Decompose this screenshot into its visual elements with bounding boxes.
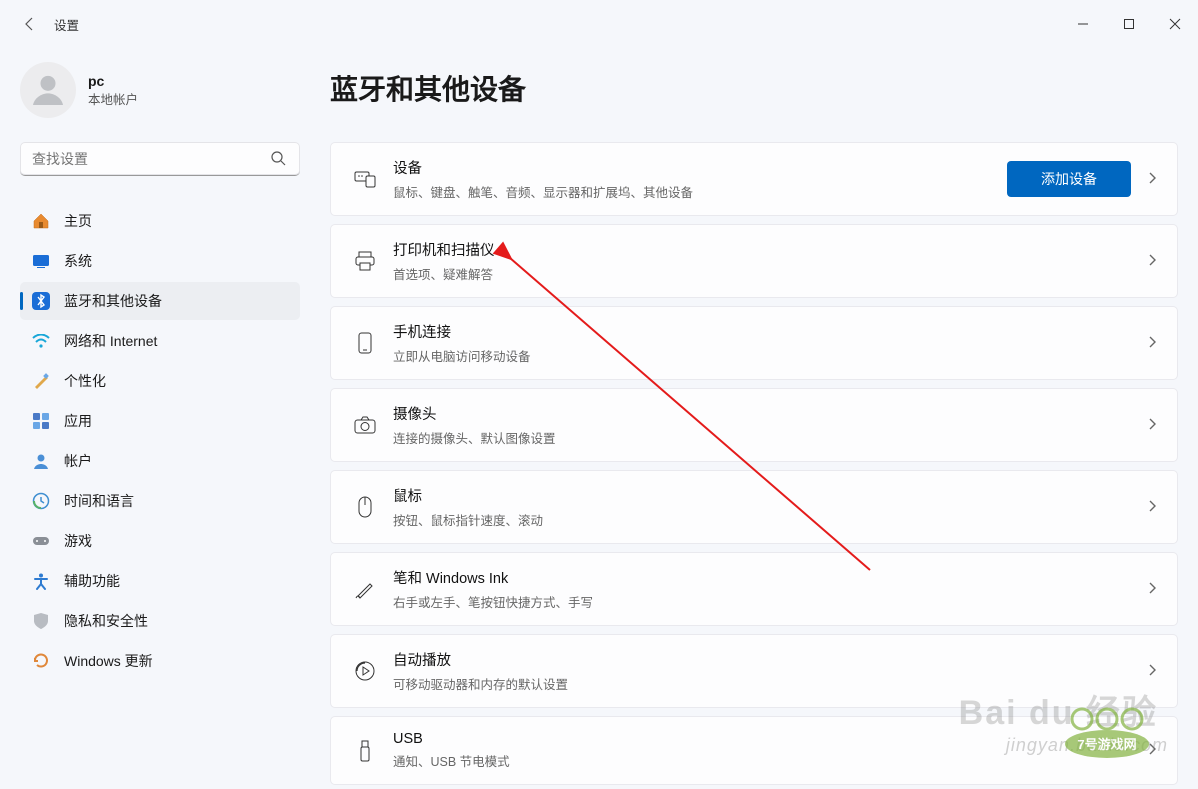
camera-icon <box>351 416 379 434</box>
nav-label: 游戏 <box>64 531 92 551</box>
card-sub: 可移动驱动器和内存的默认设置 <box>393 674 1147 693</box>
nav-personalize[interactable]: 个性化 <box>20 362 300 400</box>
nav-privacy[interactable]: 隐私和安全性 <box>20 602 300 640</box>
gamepad-icon <box>32 535 50 547</box>
nav-label: 蓝牙和其他设备 <box>64 291 162 311</box>
card-devices[interactable]: 设备 鼠标、键盘、触笔、音频、显示器和扩展坞、其他设备 添加设备 <box>330 142 1178 216</box>
card-sub: 鼠标、键盘、触笔、音频、显示器和扩展坞、其他设备 <box>393 182 1007 201</box>
user-name: pc <box>88 73 138 89</box>
system-icon <box>32 254 50 268</box>
nav-accessibility[interactable]: 辅助功能 <box>20 562 300 600</box>
card-title: 打印机和扫描仪 <box>393 239 1147 260</box>
nav-label: Windows 更新 <box>64 651 153 671</box>
sidebar: pc 本地帐户 主页 系统 蓝牙和其他设备 <box>0 48 310 774</box>
nav-system[interactable]: 系统 <box>20 242 300 280</box>
close-icon <box>1169 18 1181 30</box>
chevron-right-icon <box>1147 663 1157 680</box>
card-sub: 首选项、疑难解答 <box>393 264 1147 283</box>
search-icon <box>270 150 286 169</box>
nav-label: 隐私和安全性 <box>64 611 148 631</box>
title-bar: 设置 <box>0 0 1198 48</box>
main-content: 蓝牙和其他设备 设备 鼠标、键盘、触笔、音频、显示器和扩展坞、其他设备 添加设备… <box>310 48 1198 774</box>
app-title: 设置 <box>54 15 79 34</box>
avatar <box>20 62 76 118</box>
card-autoplay[interactable]: 自动播放 可移动驱动器和内存的默认设置 <box>330 634 1178 708</box>
nav-label: 个性化 <box>64 371 106 391</box>
card-sub: 连接的摄像头、默认图像设置 <box>393 428 1147 447</box>
chevron-right-icon <box>1147 581 1157 598</box>
nav-label: 帐户 <box>64 451 92 471</box>
nav-update[interactable]: Windows 更新 <box>20 642 300 680</box>
chevron-right-icon <box>1147 417 1157 434</box>
minimize-button[interactable] <box>1060 8 1106 40</box>
search-wrap <box>20 142 300 176</box>
nav-label: 系统 <box>64 251 92 271</box>
nav: 主页 系统 蓝牙和其他设备 网络和 Internet 个性化 应用 <box>20 202 300 680</box>
brush-icon <box>32 372 50 390</box>
shield-icon <box>32 612 50 630</box>
update-icon <box>32 652 50 670</box>
card-mouse[interactable]: 鼠标 按钮、鼠标指针速度、滚动 <box>330 470 1178 544</box>
card-title: 手机连接 <box>393 321 1147 342</box>
page-title: 蓝牙和其他设备 <box>330 68 1178 108</box>
maximize-button[interactable] <box>1106 8 1152 40</box>
card-title: 摄像头 <box>393 403 1147 424</box>
pen-icon <box>351 578 379 600</box>
nav-account[interactable]: 帐户 <box>20 442 300 480</box>
nav-label: 时间和语言 <box>64 491 134 511</box>
phone-icon <box>351 332 379 354</box>
card-printers[interactable]: 打印机和扫描仪 首选项、疑难解答 <box>330 224 1178 298</box>
clock-icon <box>32 492 50 510</box>
nav-label: 网络和 Internet <box>64 331 157 351</box>
nav-bluetooth[interactable]: 蓝牙和其他设备 <box>20 282 300 320</box>
card-sub: 右手或左手、笔按钮快捷方式、手写 <box>393 592 1147 611</box>
card-title: 自动播放 <box>393 649 1147 670</box>
user-sub: 本地帐户 <box>88 89 138 108</box>
card-sub: 立即从电脑访问移动设备 <box>393 346 1147 365</box>
devices-icon <box>351 170 379 188</box>
wifi-icon <box>32 334 50 348</box>
card-pen[interactable]: 笔和 Windows Ink 右手或左手、笔按钮快捷方式、手写 <box>330 552 1178 626</box>
card-camera[interactable]: 摄像头 连接的摄像头、默认图像设置 <box>330 388 1178 462</box>
card-phone[interactable]: 手机连接 立即从电脑访问移动设备 <box>330 306 1178 380</box>
accessibility-icon <box>32 572 50 590</box>
mouse-icon <box>351 496 379 518</box>
maximize-icon <box>1123 18 1135 30</box>
card-title: 鼠标 <box>393 485 1147 506</box>
nav-apps[interactable]: 应用 <box>20 402 300 440</box>
nav-timelang[interactable]: 时间和语言 <box>20 482 300 520</box>
card-sub: 通知、USB 节电模式 <box>393 751 1147 770</box>
home-icon <box>32 212 50 230</box>
nav-home[interactable]: 主页 <box>20 202 300 240</box>
nav-label: 辅助功能 <box>64 571 120 591</box>
bluetooth-icon <box>32 292 50 310</box>
card-sub: 按钮、鼠标指针速度、滚动 <box>393 510 1147 529</box>
user-icon <box>28 70 68 110</box>
chevron-right-icon <box>1147 171 1157 188</box>
nav-label: 主页 <box>64 211 92 231</box>
nav-network[interactable]: 网络和 Internet <box>20 322 300 360</box>
chevron-right-icon <box>1147 499 1157 516</box>
nav-gaming[interactable]: 游戏 <box>20 522 300 560</box>
search-input[interactable] <box>20 142 300 176</box>
chevron-right-icon <box>1147 253 1157 270</box>
printer-icon <box>351 251 379 271</box>
arrow-left-icon <box>22 16 38 32</box>
minimize-icon <box>1077 18 1089 30</box>
chevron-right-icon <box>1147 742 1157 759</box>
back-button[interactable] <box>10 4 50 44</box>
card-usb[interactable]: USB 通知、USB 节电模式 <box>330 716 1178 785</box>
account-icon <box>32 452 50 470</box>
add-device-button[interactable]: 添加设备 <box>1007 161 1131 197</box>
close-button[interactable] <box>1152 8 1198 40</box>
autoplay-icon <box>351 660 379 682</box>
apps-icon <box>32 412 50 430</box>
nav-label: 应用 <box>64 411 92 431</box>
chevron-right-icon <box>1147 335 1157 352</box>
card-title: 设备 <box>393 157 1007 178</box>
card-title: 笔和 Windows Ink <box>393 567 1147 588</box>
user-account[interactable]: pc 本地帐户 <box>20 62 300 118</box>
card-title: USB <box>393 731 1147 747</box>
usb-icon <box>351 740 379 762</box>
